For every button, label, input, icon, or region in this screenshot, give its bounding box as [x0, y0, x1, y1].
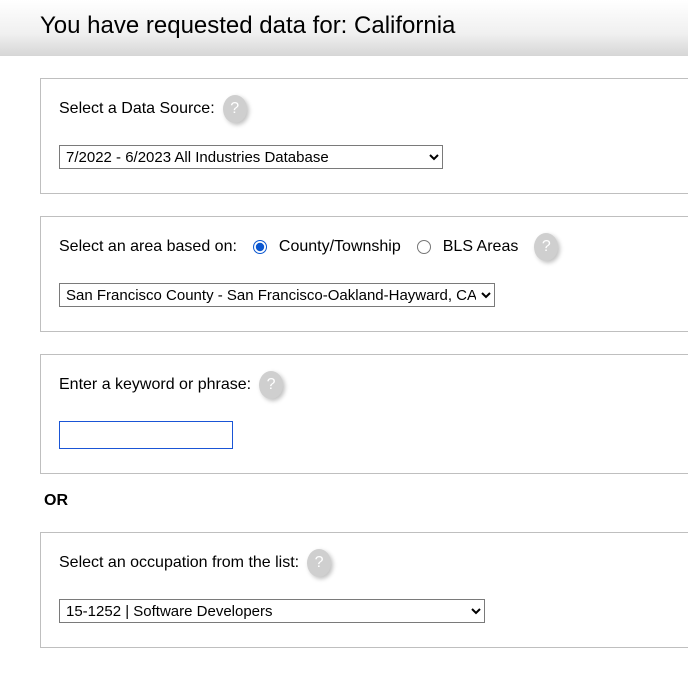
help-icon[interactable]: ? — [223, 95, 247, 123]
area-section: Select an area based on: County/Township… — [40, 216, 688, 332]
help-icon[interactable]: ? — [307, 549, 331, 577]
datasource-select[interactable]: 7/2022 - 6/2023 All Industries Database — [59, 145, 443, 169]
occupation-select[interactable]: 15-1252 | Software Developers — [59, 599, 485, 623]
area-select[interactable]: San Francisco County - San Francisco-Oak… — [59, 283, 495, 307]
help-icon[interactable]: ? — [259, 371, 283, 399]
page-title: You have requested data for: California — [0, 0, 688, 56]
occupation-section: Select an occupation from the list: ? 15… — [40, 532, 688, 648]
keyword-input[interactable] — [59, 421, 233, 449]
help-icon[interactable]: ? — [534, 233, 558, 261]
keyword-label: Enter a keyword or phrase: — [59, 376, 251, 394]
form-content: Select a Data Source: ? 7/2022 - 6/2023 … — [0, 78, 688, 648]
or-separator: OR — [44, 492, 688, 510]
datasource-section: Select a Data Source: ? 7/2022 - 6/2023 … — [40, 78, 688, 194]
area-label: Select an area based on: — [59, 238, 237, 256]
radio-county-label[interactable]: County/Township — [279, 238, 401, 256]
radio-bls-label[interactable]: BLS Areas — [443, 238, 519, 256]
radio-county[interactable] — [253, 240, 267, 254]
datasource-label: Select a Data Source: — [59, 100, 215, 118]
keyword-section: Enter a keyword or phrase: ? — [40, 354, 688, 474]
occupation-label: Select an occupation from the list: — [59, 554, 299, 572]
radio-bls[interactable] — [417, 240, 431, 254]
